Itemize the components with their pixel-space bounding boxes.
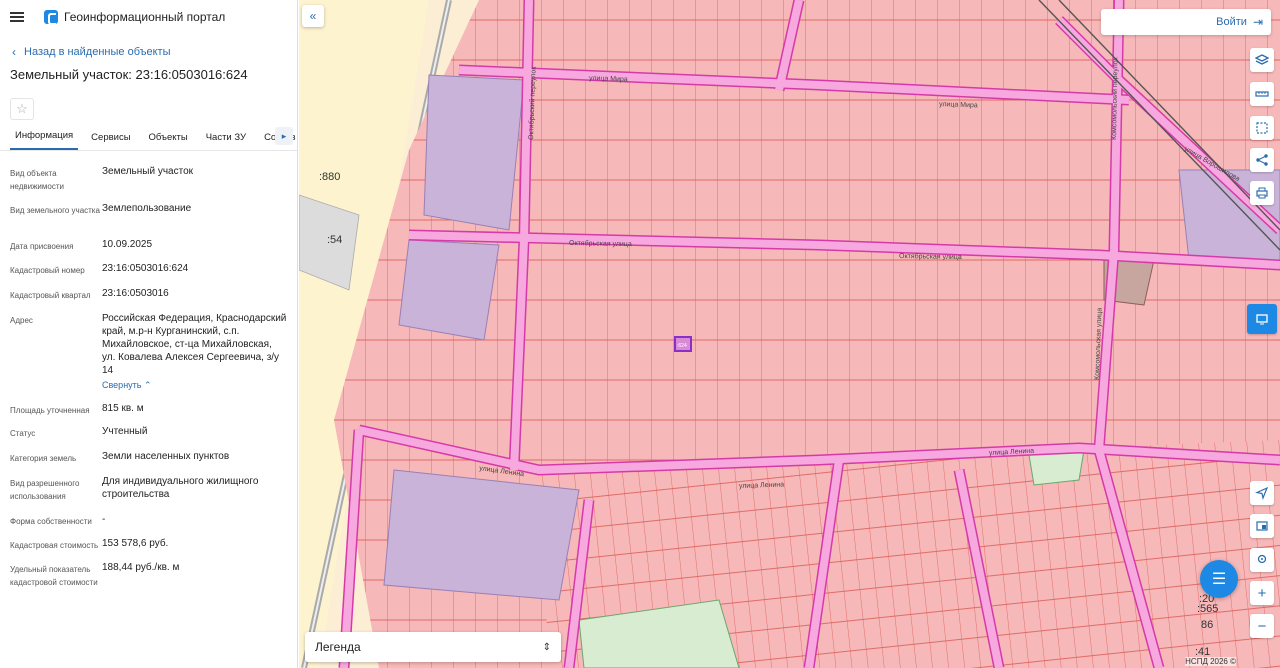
top-bar: Геоинформационный портал bbox=[0, 0, 297, 34]
property-value: Землепользование bbox=[102, 203, 192, 214]
property-list: Вид объекта недвижимости Земельный участо… bbox=[0, 151, 297, 591]
chevron-updown-icon: ⇕ bbox=[542, 641, 551, 653]
property-row: Вид земельного участка Землепользование bbox=[10, 202, 287, 238]
back-link[interactable]: ‹ Назад в найденные объекты bbox=[0, 34, 297, 60]
print-icon[interactable] bbox=[1250, 181, 1274, 205]
property-value: Российская Федерация, Краснодарский край… bbox=[102, 313, 287, 376]
property-row: Площадь уточненная 815 кв. м bbox=[10, 402, 287, 425]
select-area-icon[interactable] bbox=[1250, 116, 1274, 140]
parcel-purple-1 bbox=[423, 74, 525, 231]
property-row: Удельный показатель кадастровой стоимост… bbox=[10, 561, 287, 591]
property-value: 10.09.2025 bbox=[102, 239, 153, 250]
parcel-number: 86 bbox=[1201, 619, 1213, 631]
parcel-purple-2 bbox=[398, 239, 500, 341]
info-panel: Геоинформационный портал ‹ Назад в найде… bbox=[0, 0, 298, 668]
parcel-purple-3 bbox=[383, 469, 580, 601]
property-label: Вид объекта недвижимости bbox=[10, 169, 64, 191]
tab-services[interactable]: Сервисы bbox=[86, 132, 135, 150]
property-label: Кадастровый номер bbox=[10, 266, 85, 275]
property-label: Площадь уточненная bbox=[10, 406, 90, 415]
login-label: Войти bbox=[1216, 16, 1247, 28]
legend-label: Легенда bbox=[315, 640, 361, 654]
property-label: Категория земель bbox=[10, 454, 77, 463]
property-row: Кадастровый номер 23:16:0503016:624 bbox=[10, 262, 287, 287]
tab-objects[interactable]: Объекты bbox=[144, 132, 193, 150]
street-label: Октябрьская улица bbox=[569, 239, 632, 248]
chat-icon[interactable]: ☰ bbox=[1200, 560, 1238, 598]
star-icon[interactable]: ☆ bbox=[10, 98, 34, 120]
parcel-number: :624 bbox=[677, 343, 687, 349]
property-label: Статус bbox=[10, 429, 36, 438]
logo-icon bbox=[44, 10, 58, 25]
login-icon: ⇥ bbox=[1252, 15, 1263, 29]
property-row: Вид разрешенного использования Для индиви… bbox=[10, 475, 287, 513]
property-row: Дата присвоения 10.09.2025 bbox=[10, 238, 287, 262]
property-value: 23:16:0503016 bbox=[102, 288, 169, 299]
property-label: Удельный показатель кадастровой стоимост… bbox=[10, 565, 98, 587]
property-row: Адрес Российская Федерация, Краснодарски… bbox=[10, 312, 287, 402]
cadastral-map[interactable]: улица Мира улица Мира Октябрьская улица … bbox=[299, 0, 1280, 668]
parcel-number: :880 bbox=[319, 171, 340, 183]
back-link-label: Назад в найденные объекты bbox=[24, 45, 171, 58]
property-label: Вид разрешенного использования bbox=[10, 479, 80, 501]
ruler-icon[interactable] bbox=[1250, 82, 1274, 106]
copyright: НСПД 2026 © bbox=[1185, 657, 1236, 666]
tab-parts[interactable]: Части ЗУ bbox=[201, 132, 251, 150]
property-row: Вид объекта недвижимости Земельный участо… bbox=[10, 165, 287, 202]
property-value: 23:16:0503016:624 bbox=[102, 263, 189, 274]
collapse-panel-icon[interactable]: « bbox=[302, 5, 324, 27]
property-value: - bbox=[102, 514, 106, 525]
property-row: Статус Учтенный bbox=[10, 425, 287, 450]
screen-icon[interactable] bbox=[1247, 304, 1277, 334]
collapse-link[interactable]: Свернуть ⌃ bbox=[102, 379, 287, 392]
property-value: Земли населенных пунктов bbox=[102, 451, 230, 462]
chevron-up-icon: ⌃ bbox=[144, 380, 152, 390]
map-canvas[interactable]: улица Мира улица Мира Октябрьская улица … bbox=[299, 0, 1280, 668]
property-row: Кадастровая стоимость 153 578,6 руб. bbox=[10, 537, 287, 561]
menu-icon[interactable] bbox=[10, 12, 24, 22]
page-title: Земельный участок: 23:16:0503016:624 bbox=[10, 67, 248, 82]
location-pin-icon[interactable] bbox=[1250, 548, 1274, 572]
property-value: Земельный участок bbox=[102, 166, 194, 177]
property-value: 153 578,6 руб. bbox=[102, 538, 169, 549]
property-label: Кадастровый квартал bbox=[10, 291, 91, 300]
share-icon[interactable] bbox=[1250, 148, 1274, 172]
legend-button[interactable]: Легенда ⇕ bbox=[305, 632, 561, 662]
tab-info[interactable]: Информация bbox=[10, 130, 79, 150]
property-value: 815 кв. м bbox=[102, 403, 144, 414]
property-label: Дата присвоения bbox=[10, 242, 74, 251]
property-label: Кадастровая стоимость bbox=[10, 541, 99, 550]
property-label: Вид земельного участка bbox=[10, 206, 100, 215]
layers-icon[interactable] bbox=[1250, 48, 1274, 72]
zoom-in-icon[interactable]: + bbox=[1250, 581, 1274, 605]
tab-bar: Информация Сервисы Объекты Части ЗУ Сост… bbox=[0, 125, 297, 151]
portal-name: Геоинформационный портал bbox=[64, 10, 226, 24]
parcel-number: :54 bbox=[327, 234, 342, 246]
chevron-left-icon: ‹ bbox=[12, 44, 16, 59]
street-label: Октябрьская улица bbox=[899, 252, 962, 261]
property-row: Кадастровый квартал 23:16:0503016 bbox=[10, 287, 287, 312]
locate-icon[interactable] bbox=[1250, 481, 1274, 505]
property-value: Для индивидуального жилищного строительс… bbox=[102, 476, 259, 500]
street-label: улица Мира bbox=[589, 75, 628, 83]
street-label: улица Мира bbox=[939, 101, 978, 109]
property-value: 188,44 руб./кв. м bbox=[102, 562, 180, 573]
screen-icon[interactable] bbox=[1250, 514, 1274, 538]
login-button[interactable]: Войти ⇥ bbox=[1101, 9, 1271, 35]
property-label: Форма собственности bbox=[10, 517, 92, 526]
property-row: Форма собственности - bbox=[10, 513, 287, 537]
chevron-right-icon[interactable]: ▸ bbox=[275, 127, 293, 145]
zoom-out-icon[interactable]: − bbox=[1250, 614, 1274, 638]
address-block: Российская Федерация, Краснодарский край… bbox=[102, 312, 287, 402]
collapse-label: Свернуть bbox=[102, 380, 142, 390]
property-row: Категория земель Земли населенных пунктов bbox=[10, 450, 287, 475]
street-label: Комсомольский переулок bbox=[1110, 56, 1119, 140]
property-label: Адрес bbox=[10, 316, 33, 325]
property-value: Учтенный bbox=[102, 426, 148, 437]
